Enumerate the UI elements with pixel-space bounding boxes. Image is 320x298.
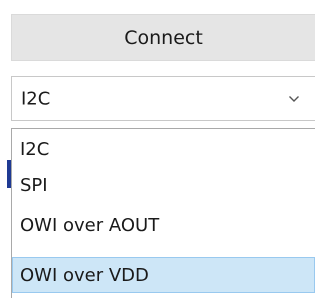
protocol-dropdown-list: I2C SPI OWI over AOUT OWI over VDD xyxy=(11,128,315,298)
dropdown-option-owi-over-vdd[interactable]: OWI over VDD xyxy=(12,257,315,293)
dropdown-option-label: I2C xyxy=(20,138,50,160)
dropdown-option-label: OWI over VDD xyxy=(20,264,149,286)
connect-button[interactable]: Connect xyxy=(11,14,315,61)
connect-button-label: Connect xyxy=(124,26,203,49)
dropdown-option-label: SPI xyxy=(20,174,48,196)
chevron-down-icon xyxy=(287,92,301,106)
dropdown-option-owi-over-aout[interactable]: OWI over AOUT xyxy=(12,207,315,243)
dropdown-option-i2c[interactable]: I2C xyxy=(12,131,315,167)
protocol-select[interactable]: I2C xyxy=(11,76,315,121)
dropdown-option-spi[interactable]: SPI xyxy=(12,167,315,203)
dropdown-option-label: OWI over AOUT xyxy=(20,214,160,236)
protocol-select-value: I2C xyxy=(21,88,51,109)
